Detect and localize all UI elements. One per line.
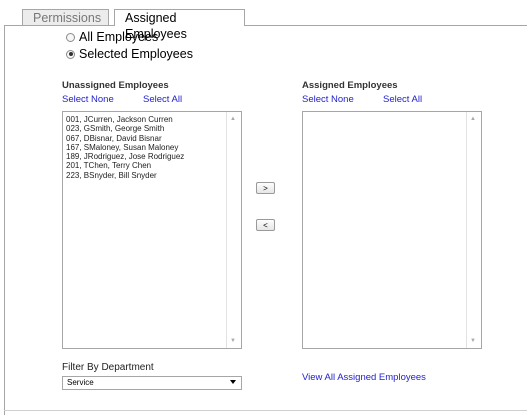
assigned-heading: Assigned Employees xyxy=(302,80,398,91)
scroll-down-icon[interactable]: ▼ xyxy=(470,338,476,344)
department-filter-select[interactable]: Service xyxy=(62,376,242,390)
scroll-up-icon[interactable]: ▲ xyxy=(470,116,476,122)
selected-employees-radio[interactable] xyxy=(66,49,75,59)
selected-employees-option[interactable]: Selected Employees xyxy=(66,47,193,61)
list-item[interactable]: 223, BSnyder, Bill Snyder xyxy=(66,171,184,180)
unassigned-employees-list[interactable]: 001, JCurren, Jackson Curren 023, GSmith,… xyxy=(62,111,242,349)
filter-label: Filter By Department xyxy=(62,362,154,373)
scroll-up-icon[interactable]: ▲ xyxy=(230,116,236,122)
panel-top-border xyxy=(4,25,527,26)
list-item[interactable]: 189, JRodriguez, Jose Rodriguez xyxy=(66,152,184,161)
assigned-select-none-link[interactable]: Select None xyxy=(302,94,354,105)
unassigned-heading: Unassigned Employees xyxy=(62,80,169,91)
department-filter-value: Service xyxy=(67,378,94,387)
list-item[interactable]: 067, DBisnar, David Bisnar xyxy=(66,134,184,143)
list-item[interactable]: 167, SMaloney, Susan Maloney xyxy=(66,143,184,152)
selected-employees-label[interactable]: Selected Employees xyxy=(79,47,193,61)
tab-bar: Permissions Assigned Employees xyxy=(0,0,527,41)
list-item[interactable]: 001, JCurren, Jackson Curren xyxy=(66,115,184,124)
unassigned-select-none-link[interactable]: Select None xyxy=(62,94,114,105)
add-employee-button[interactable]: > xyxy=(256,182,275,194)
unassigned-select-all-link[interactable]: Select All xyxy=(143,94,182,105)
assigned-employees-window: Permissions Assigned Employees All Emplo… xyxy=(0,0,527,415)
panel-bottom-border xyxy=(4,410,527,411)
assigned-scrollbar[interactable]: ▲ ▼ xyxy=(466,112,481,348)
assigned-employees-list[interactable]: ▲ ▼ xyxy=(302,111,482,349)
panel-left-border xyxy=(4,25,5,415)
remove-employee-button[interactable]: < xyxy=(256,219,275,231)
tab-assigned-employees[interactable]: Assigned Employees xyxy=(114,9,245,41)
list-item[interactable]: 201, TChen, Terry Chen xyxy=(66,161,184,170)
unassigned-scrollbar[interactable]: ▲ ▼ xyxy=(226,112,241,348)
list-item[interactable]: 023, GSmith, George Smith xyxy=(66,124,184,133)
unassigned-items: 001, JCurren, Jackson Curren 023, GSmith,… xyxy=(66,115,184,180)
all-employees-radio[interactable] xyxy=(66,32,75,42)
chevron-down-icon[interactable] xyxy=(230,380,236,384)
tab-permissions[interactable]: Permissions xyxy=(22,9,109,25)
assigned-select-all-link[interactable]: Select All xyxy=(383,94,422,105)
view-all-assigned-link[interactable]: View All Assigned Employees xyxy=(302,372,426,383)
scroll-down-icon[interactable]: ▼ xyxy=(230,338,236,344)
